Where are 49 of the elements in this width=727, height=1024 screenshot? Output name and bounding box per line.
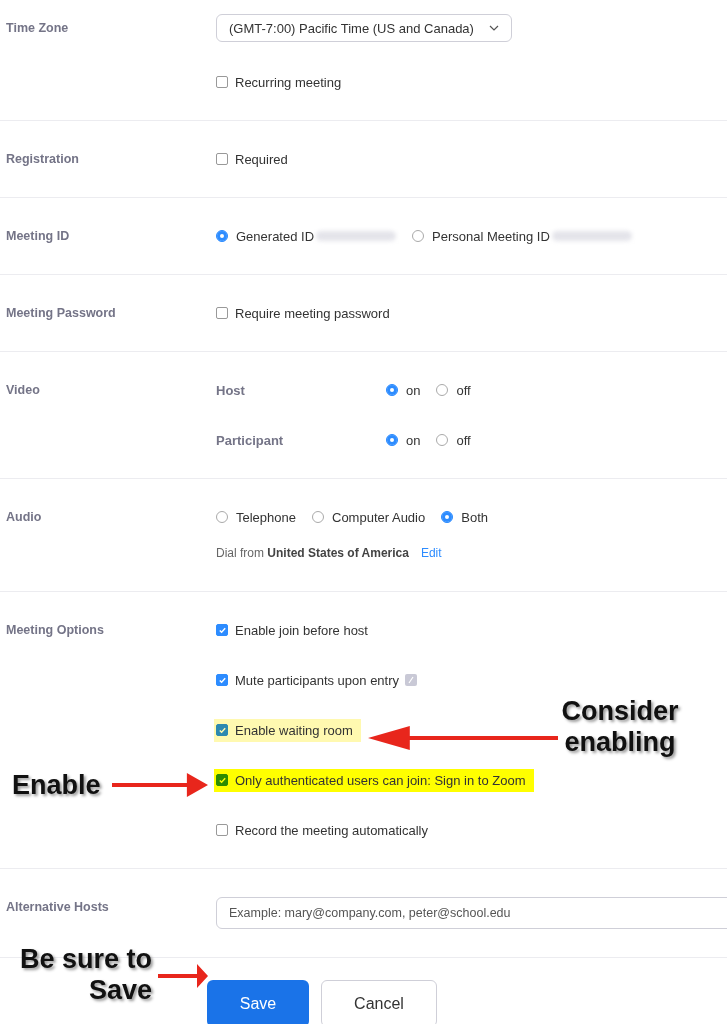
radio-label: on (406, 432, 421, 448)
field-label: Meeting ID (6, 228, 71, 245)
radio-label: on (406, 382, 421, 398)
radio-label: Computer Audio (332, 509, 426, 525)
checkbox-label: Require meeting password (235, 305, 390, 321)
checkbox[interactable] (216, 674, 228, 686)
time-zone-select[interactable]: (GMT-7:00) Pacific Time (US and Canada) (216, 14, 512, 42)
checkbox[interactable] (216, 824, 228, 836)
checkbox-label: Enable join before host (235, 622, 368, 638)
radio-button[interactable] (441, 511, 454, 523)
field-label: Video (6, 382, 41, 399)
checkbox-label: Required (235, 151, 288, 167)
field-label: Meeting Options (6, 622, 105, 639)
checkbox-label: Record the meeting automatically (235, 822, 428, 838)
checkbox-label: Mute participants upon entry (235, 672, 400, 688)
checkbox[interactable] (216, 153, 228, 165)
callout-text: Consider enabling (560, 696, 680, 758)
checkbox[interactable] (216, 307, 228, 319)
field-label: Registration (6, 151, 80, 168)
radio-label: off (456, 382, 471, 398)
radio-label: Telephone (236, 509, 296, 525)
field-label: Time Zone (6, 20, 70, 37)
radio-label: Both (461, 509, 488, 525)
checkbox[interactable] (216, 774, 228, 786)
radio-button[interactable] (386, 384, 398, 396)
arrow (158, 962, 208, 990)
checkbox[interactable] (216, 724, 228, 736)
checkbox-label: Enable waiting room (235, 722, 353, 738)
option-label: Participant (216, 432, 285, 448)
option-label: Host (216, 382, 246, 398)
radio-label: off (456, 432, 471, 448)
checkbox[interactable] (216, 624, 228, 636)
radio-button[interactable] (386, 434, 398, 446)
radio-label: Generated ID (236, 228, 315, 244)
cancel-button[interactable]: Cancel (321, 980, 437, 1024)
radio-label: Personal Meeting ID (432, 228, 550, 244)
field-label: Meeting Password (6, 305, 117, 322)
callout-text: Enable (12, 770, 102, 801)
chevron-down-icon (489, 25, 499, 31)
checkbox-label: Only authenticated users can join: Sign in to Zoom (235, 772, 526, 788)
checkbox-label: Recurring meeting (235, 74, 342, 90)
callout-text: Be sure to Save (18, 944, 152, 1006)
alternative-hosts-field[interactable]: Example: mary@company.com, peter@school.edu (216, 897, 727, 929)
checkbox[interactable] (216, 76, 228, 88)
dial-from-text: Dial from United States of America (216, 546, 409, 560)
field-label: Audio (6, 509, 43, 526)
field-label: Alternative Hosts (6, 899, 110, 916)
radio-button[interactable] (216, 230, 228, 242)
save-button[interactable]: Save (207, 980, 309, 1024)
